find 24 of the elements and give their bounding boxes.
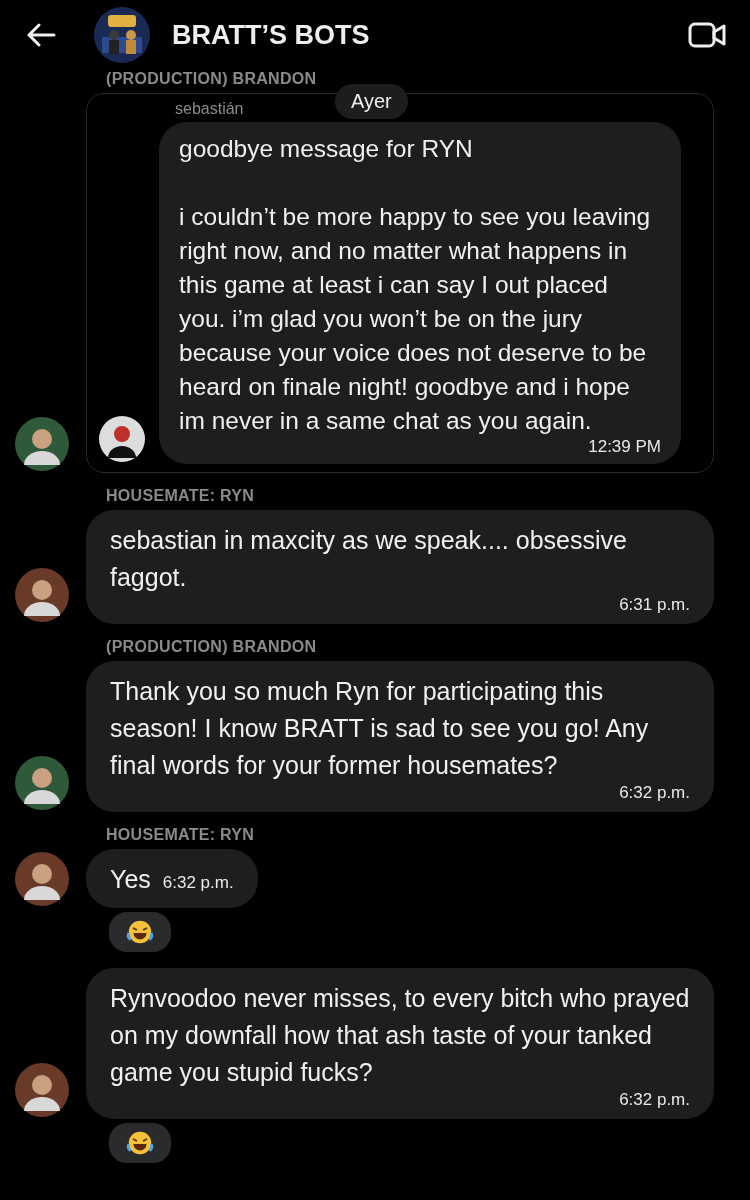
message-time: 12:39 PM (588, 438, 661, 456)
laughing-emoji-icon (126, 1129, 154, 1157)
video-call-icon[interactable] (688, 21, 726, 49)
message-text: Yes (110, 864, 151, 895)
message-text: Rynvoodoo never misses, to every bitch who prayed on my downfall how that ash taste of your tanked game you stupid fucks? (110, 983, 690, 1088)
date-chip: Ayer (335, 84, 408, 119)
group-avatar[interactable] (94, 7, 150, 63)
message-text: Thank you so much Ryn for participating this season! I know BRATT is sad to see you go! Any final words for your former housemates? (110, 676, 650, 781)
message-text: sebastian in maxcity as we speak.... obsessive faggot. (110, 525, 628, 593)
back-arrow-icon[interactable] (26, 23, 56, 47)
message-time: 6:32 p.m. (619, 1091, 690, 1109)
quoted-author: sebastián (175, 100, 244, 118)
message-time: 6:31 p.m. (619, 596, 690, 614)
sender-name: HOUSEMATE: RYN (105, 487, 256, 505)
sender-name: (PRODUCTION) BRANDON (105, 70, 318, 88)
message-time: 6:32 p.m. (162, 874, 234, 892)
laughing-emoji-icon (126, 918, 154, 946)
message-text: i couldn’t be more happy to see you leaving right now, and no matter what happens in this game at least i can say I out placed you. i’m glad you won’t be on the jury because your voice does not deserve to be heard on finale night! goodbye and i hope im never in a same chat as you again. (179, 202, 652, 436)
message-text: goodbye message for RYN (179, 134, 474, 164)
sender-name: HOUSEMATE: RYN (105, 826, 256, 844)
message-time: 6:32 p.m. (619, 784, 690, 802)
avatar (99, 416, 145, 462)
sender-name: (PRODUCTION) BRANDON (105, 638, 318, 656)
chat-title: BRATT’S BOTS (172, 19, 371, 51)
